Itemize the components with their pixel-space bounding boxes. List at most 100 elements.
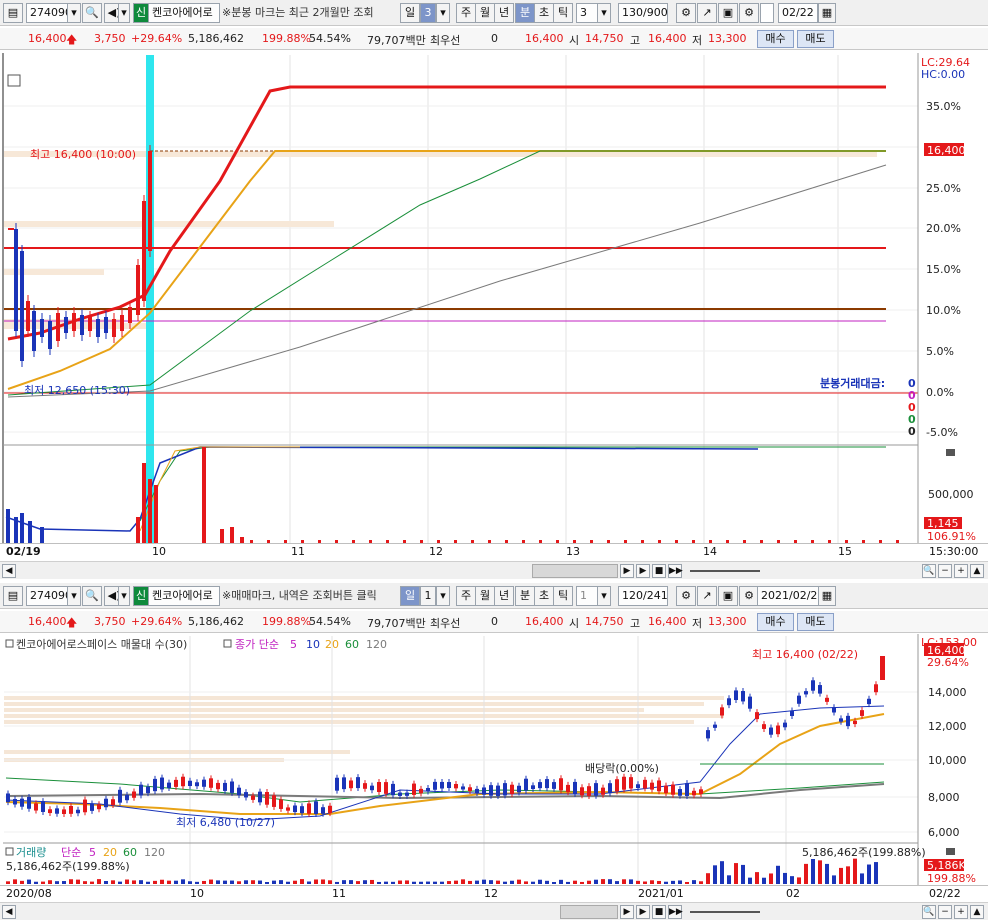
dropdown-icon[interactable]: ▾ <box>436 586 450 606</box>
tools-icon[interactable]: ↗ <box>697 3 717 23</box>
scroll-right-icon[interactable]: ▶ <box>620 905 634 919</box>
scroll-thumb[interactable] <box>532 564 618 578</box>
zoom-slider[interactable] <box>690 570 760 572</box>
tab-day[interactable]: 일 <box>400 586 420 606</box>
tab-second[interactable]: 초 <box>534 3 554 23</box>
fast-forward-icon[interactable]: ▶▶ <box>668 564 683 578</box>
stop-icon[interactable]: ■ <box>652 564 666 578</box>
compare-icon[interactable]: ⚙ <box>676 3 696 23</box>
tools-icon[interactable]: ↗ <box>697 586 717 606</box>
volume-bar <box>685 881 689 884</box>
legend-ma: 종가 단순 <box>235 638 279 651</box>
search-icon[interactable]: 🔍 <box>82 3 102 23</box>
volume-bar <box>797 877 801 884</box>
sell-button[interactable]: 매도 <box>797 30 834 48</box>
date-input[interactable]: 2021/02/22 <box>757 586 819 606</box>
volume-bar <box>142 463 146 543</box>
tab-year[interactable]: 년 <box>494 3 514 23</box>
menu-icon[interactable]: ▤ <box>3 586 23 606</box>
minus-icon[interactable]: − <box>938 564 952 578</box>
calendar-icon[interactable]: ▦ <box>818 3 836 23</box>
compare-icon[interactable]: ⚙ <box>676 586 696 606</box>
stock-code-input[interactable]: 274090 <box>26 3 68 23</box>
zoom-slider[interactable] <box>690 911 760 913</box>
tab-day[interactable]: 일 <box>400 3 420 23</box>
collapse-icon[interactable] <box>946 449 955 456</box>
play-icon[interactable]: ▶ <box>636 905 650 919</box>
tab-week[interactable]: 주 <box>456 3 476 23</box>
stock-code-input[interactable]: 274090 <box>26 586 68 606</box>
dropdown-icon[interactable]: ▾ <box>67 586 81 606</box>
scroll-thumb[interactable] <box>560 905 618 919</box>
expand-icon[interactable]: ▲ <box>970 905 984 919</box>
high-label: 고 <box>630 617 641 630</box>
candle-body <box>727 698 731 706</box>
volume-bar <box>636 880 640 884</box>
candle-body <box>384 782 388 794</box>
bottom-chart[interactable]: 켄코아에어로스페이스 매물대 수(30) 종가 단순 5 10 20 60 12… <box>0 634 988 886</box>
dropdown-icon[interactable]: ▾ <box>597 586 611 606</box>
collapse-icon[interactable] <box>946 848 955 855</box>
tab-minute[interactable]: 분 <box>515 586 535 606</box>
low-price: 13,300 <box>708 32 747 45</box>
plus-icon[interactable]: + <box>954 564 968 578</box>
scroll-left-icon[interactable]: ◀ <box>2 905 16 919</box>
menu-icon[interactable]: ▤ <box>3 3 23 23</box>
buy-button[interactable]: 매수 <box>757 613 794 631</box>
scroll-right-icon[interactable]: ▶ <box>620 564 634 578</box>
tab-day-count[interactable]: 3 <box>420 3 436 23</box>
volume-bar <box>874 862 878 884</box>
scroll-left-icon[interactable]: ◀ <box>2 564 16 578</box>
volume-bar <box>111 880 115 884</box>
volume-bar <box>867 864 871 884</box>
stop-icon[interactable]: ■ <box>652 905 666 919</box>
tab-year[interactable]: 년 <box>494 586 514 606</box>
dropdown-icon[interactable]: ▾ <box>436 3 450 23</box>
expand-icon[interactable]: ▲ <box>970 564 984 578</box>
ask-price: 16,400 <box>525 32 564 45</box>
credit-badge: 신 <box>133 3 149 23</box>
sell-button[interactable]: 매도 <box>797 613 834 631</box>
fast-forward-icon[interactable]: ▶▶ <box>668 905 683 919</box>
save-icon[interactable]: ▣ <box>718 3 738 23</box>
volume-bar <box>580 881 584 884</box>
date-input[interactable]: 02/22 <box>778 3 818 23</box>
minus-icon[interactable]: − <box>938 905 952 919</box>
volume-bar <box>538 879 542 884</box>
search-icon[interactable]: 🔍 <box>82 586 102 606</box>
tab-tick[interactable]: 틱 <box>553 3 573 23</box>
volume-bar <box>706 873 710 884</box>
candle-body <box>258 791 262 803</box>
save-icon[interactable]: ▣ <box>718 586 738 606</box>
interval-select[interactable]: 3 <box>576 3 598 23</box>
calendar-icon[interactable]: ▦ <box>818 586 836 606</box>
tab-second[interactable]: 초 <box>534 586 554 606</box>
dropdown-icon[interactable]: ▾ <box>67 3 81 23</box>
tab-day-count[interactable]: 1 <box>420 586 436 606</box>
gear-icon[interactable]: ⚙ <box>739 586 759 606</box>
candle-body <box>783 722 787 728</box>
profile-band <box>4 720 694 724</box>
dropdown-icon[interactable]: ▾ <box>597 3 611 23</box>
zoom-icon[interactable]: 🔍 <box>922 905 936 919</box>
dropdown-icon[interactable]: ▾ <box>118 586 130 606</box>
tab-minute[interactable]: 분 <box>515 3 535 23</box>
bottom-scrollbar[interactable]: ◀ ▶ ▶ ■ ▶▶ 🔍 − + ▲ <box>0 902 988 920</box>
volume-bar <box>209 879 213 884</box>
checkbox[interactable] <box>760 3 774 23</box>
gear-icon[interactable]: ⚙ <box>739 3 759 23</box>
candle-body <box>622 776 626 790</box>
dropdown-icon[interactable]: ▾ <box>118 3 130 23</box>
zoom-icon[interactable]: 🔍 <box>922 564 936 578</box>
top-chart[interactable]: LC:29.64 HC:0.00 35.0%30.0%25.0%20.0%15.… <box>0 51 988 561</box>
play-icon[interactable]: ▶ <box>636 564 650 578</box>
top-scrollbar[interactable]: ◀ ▶ ▶ ■ ▶▶ 🔍 − + ▲ <box>0 561 988 579</box>
high-label: 고 <box>630 34 641 47</box>
interval-select[interactable]: 1 <box>576 586 598 606</box>
buy-button[interactable]: 매수 <box>757 30 794 48</box>
plus-icon[interactable]: + <box>954 905 968 919</box>
tab-week[interactable]: 주 <box>456 586 476 606</box>
tab-month[interactable]: 월 <box>475 586 495 606</box>
tab-month[interactable]: 월 <box>475 3 495 23</box>
tab-tick[interactable]: 틱 <box>553 586 573 606</box>
